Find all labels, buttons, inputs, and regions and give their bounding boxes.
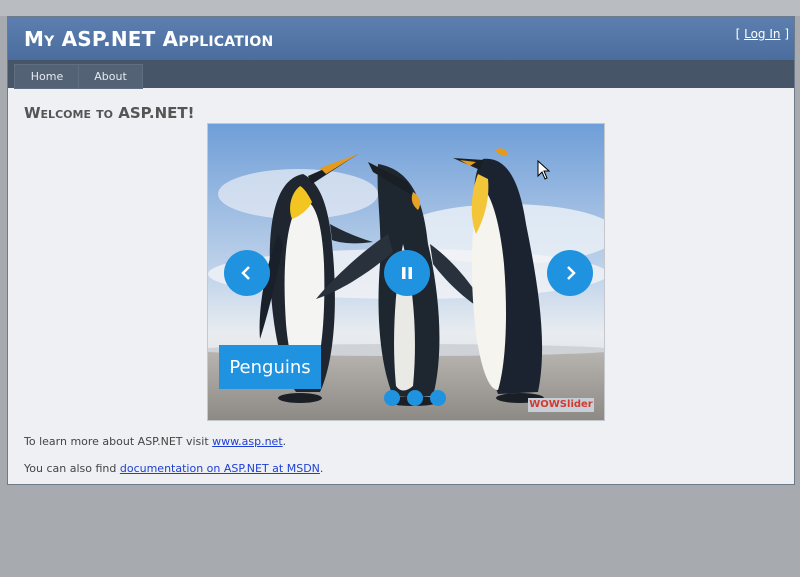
msdn-docs-link[interactable]: documentation on ASP.NET at MSDN [120, 462, 320, 475]
login-link[interactable]: Log In [744, 27, 780, 41]
slide-caption: Penguins [219, 345, 321, 389]
mouse-cursor-icon [537, 160, 551, 180]
slider-pause-button[interactable] [384, 250, 430, 296]
info-text-2: You can also find [24, 462, 120, 475]
login-bracket-close: ] [780, 27, 789, 41]
page-title: Welcome to ASP.NET! [24, 104, 195, 122]
chevron-left-icon [241, 266, 250, 280]
slider-brand-logo: WOWSlider [528, 398, 594, 412]
chevron-right-icon [567, 266, 576, 280]
info-paragraph-1: To learn more about ASP.NET visit www.as… [24, 435, 286, 448]
page: My ASP.NET Application [ Log In ] Home A… [7, 16, 795, 485]
login-bracket-open: [ [735, 27, 745, 41]
info-suffix-1: . [282, 435, 287, 448]
asp-net-link[interactable]: www.asp.net [212, 435, 282, 448]
slider-next-button[interactable] [547, 250, 593, 296]
menu-item-home[interactable]: Home [14, 64, 80, 89]
pause-icon [402, 267, 412, 279]
slider-dot-2[interactable] [407, 390, 423, 406]
window-top-band [0, 0, 800, 16]
slider-dot-1[interactable] [384, 390, 400, 406]
info-text-1: To learn more about ASP.NET visit [24, 435, 213, 448]
menu-item-about[interactable]: About [78, 64, 143, 89]
slider-dot-3[interactable] [430, 390, 446, 406]
header: My ASP.NET Application [ Log In ] [8, 17, 794, 61]
info-suffix-2: . [319, 462, 324, 475]
login-area: [ Log In ] [736, 27, 789, 41]
app-title: My ASP.NET Application [24, 27, 274, 51]
menu-bar: Home About [8, 60, 794, 89]
info-paragraph-2: You can also find documentation on ASP.N… [24, 462, 323, 475]
slider-prev-button[interactable] [224, 250, 270, 296]
